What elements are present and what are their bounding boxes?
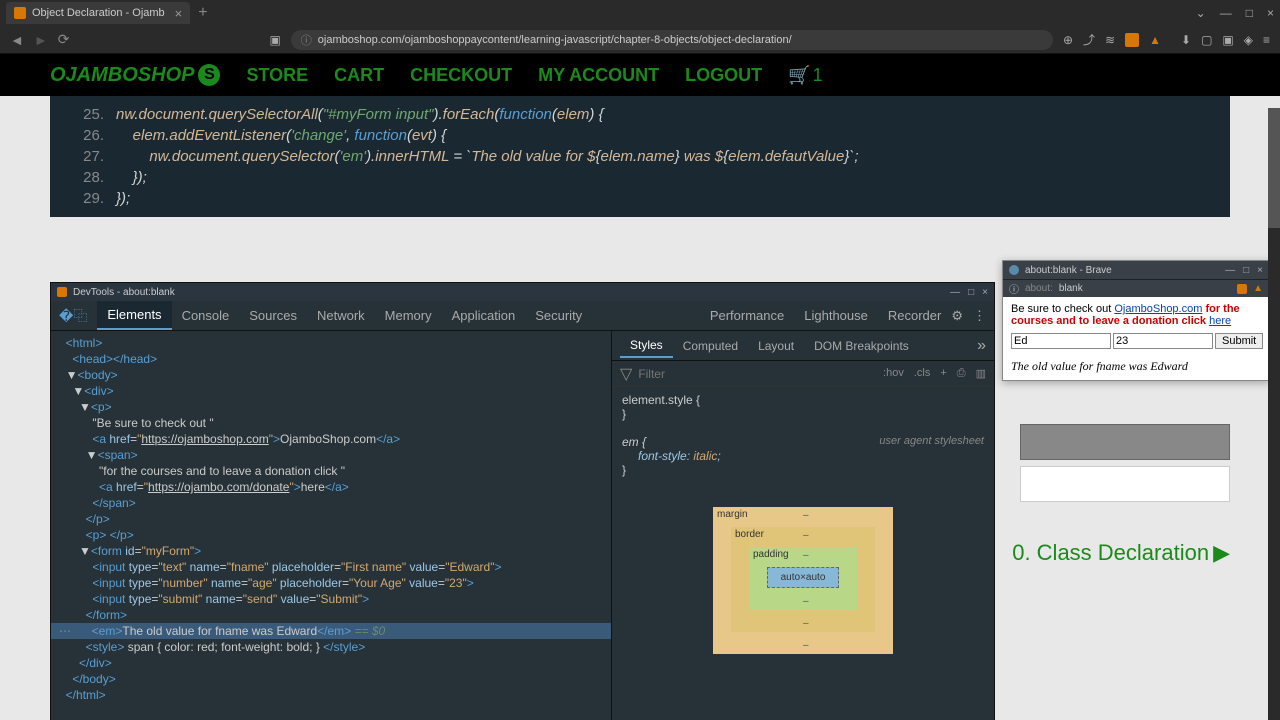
styles-tab-dom[interactable]: DOM Breakpoints: [804, 335, 919, 357]
new-tab-button[interactable]: +: [198, 4, 207, 22]
styles-tab-computed[interactable]: Computed: [673, 335, 748, 357]
share-icon[interactable]: ⤴: [1083, 31, 1095, 48]
chevron-down-icon[interactable]: ⌄: [1196, 6, 1206, 20]
popup-shield-icon[interactable]: [1237, 284, 1247, 294]
popup-fname-input[interactable]: [1011, 333, 1111, 349]
box-model-diagram[interactable]: margin – border – padding – auto×auto –: [713, 507, 893, 654]
browser-tab[interactable]: Object Declaration - Ojamb ×: [6, 2, 190, 24]
inspect-icon[interactable]: �⿻: [59, 306, 87, 326]
shield-icon[interactable]: [1125, 33, 1139, 47]
popup-info-icon[interactable]: ⓘ: [1009, 281, 1019, 296]
reload-button[interactable]: ⟳: [58, 31, 70, 48]
styles-panel: Styles Computed Layout DOM Breakpoints »…: [611, 331, 994, 720]
content-preview: [1020, 424, 1230, 502]
next-chapter-link[interactable]: 0. Class Declaration▶: [1012, 540, 1230, 566]
popup-result-text: The old value for fname was Edward: [1011, 359, 1261, 374]
white-box: [1020, 466, 1230, 502]
nav-store[interactable]: STORE: [246, 65, 308, 86]
dt-minimize-icon[interactable]: —: [950, 287, 960, 298]
styles-tab-styles[interactable]: Styles: [620, 334, 673, 358]
tab-elements[interactable]: Elements: [97, 301, 171, 330]
close-window-icon[interactable]: ×: [1267, 6, 1274, 20]
popup-shop-link[interactable]: OjamboShop.com: [1114, 303, 1202, 315]
hov-toggle[interactable]: :hov: [883, 367, 904, 380]
dt-close-icon[interactable]: ×: [982, 287, 988, 298]
address-bar[interactable]: ⓘ ojamboshop.com/ojamboshoppaycontent/le…: [291, 30, 1053, 50]
site-header: OJAMBOSHOP S STORE CART CHECKOUT MY ACCO…: [0, 54, 1280, 96]
dom-tree[interactable]: <html> <head></head> ▼<body> ▼<div> ▼<p>…: [51, 331, 611, 720]
devtools-titlebar: DevTools - about:blank — □ ×: [51, 283, 994, 301]
nav-cart[interactable]: CART: [334, 65, 384, 86]
devtools-panel: DevTools - about:blank — □ × �⿻ Elements…: [50, 282, 995, 720]
styles-more-icon[interactable]: »: [977, 337, 986, 355]
styles-filter-input[interactable]: [638, 367, 877, 381]
tab-sources[interactable]: Sources: [239, 302, 307, 329]
rss-icon[interactable]: ≋: [1105, 33, 1115, 47]
popup-maximize-icon[interactable]: □: [1243, 265, 1249, 276]
maximize-icon[interactable]: □: [1246, 6, 1253, 20]
tab-security[interactable]: Security: [525, 302, 592, 329]
tab-lighthouse[interactable]: Lighthouse: [794, 302, 878, 329]
back-button[interactable]: ◄: [10, 32, 24, 48]
download-icon[interactable]: ⬇: [1181, 33, 1191, 47]
nav-account[interactable]: MY ACCOUNT: [538, 65, 659, 86]
gray-box: [1020, 424, 1230, 460]
new-style-icon[interactable]: +: [940, 367, 946, 380]
tab-network[interactable]: Network: [307, 302, 375, 329]
tab-performance[interactable]: Performance: [700, 302, 794, 329]
menu-icon[interactable]: ≡: [1263, 33, 1270, 47]
popup-here-link[interactable]: here: [1209, 315, 1231, 327]
tab-memory[interactable]: Memory: [375, 302, 442, 329]
close-tab-icon[interactable]: ×: [175, 6, 183, 21]
popup-content: Be sure to check out OjamboShop.com for …: [1003, 297, 1269, 380]
warning-icon[interactable]: ▲: [1149, 33, 1161, 47]
more-icon[interactable]: ⋮: [973, 308, 986, 324]
gear-icon[interactable]: ⚙: [951, 308, 963, 324]
nav-logout[interactable]: LOGOUT: [685, 65, 762, 86]
customize-icon[interactable]: ◈: [1244, 33, 1253, 47]
extensions-icon[interactable]: ▣: [1222, 33, 1233, 47]
nav-checkout[interactable]: CHECKOUT: [410, 65, 512, 86]
url-text: ojamboshop.com/ojamboshoppaycontent/lear…: [318, 34, 792, 46]
sidebar-icon[interactable]: ▣: [269, 33, 280, 47]
wallet-icon[interactable]: ▢: [1201, 33, 1212, 47]
dt-maximize-icon[interactable]: □: [968, 287, 974, 298]
popup-warning-icon[interactable]: ▲: [1253, 283, 1263, 294]
cart-icon[interactable]: 🛒1: [788, 65, 822, 86]
cls-toggle[interactable]: .cls: [914, 367, 931, 380]
tab-recorder[interactable]: Recorder: [878, 302, 951, 329]
tab-title: Object Declaration - Ojamb: [32, 7, 165, 19]
popup-close-icon[interactable]: ×: [1257, 265, 1263, 276]
scrollbar-thumb[interactable]: [1268, 108, 1280, 228]
print-icon[interactable]: ⎙: [957, 367, 966, 380]
panel-icon[interactable]: ▥: [976, 367, 986, 380]
popup-submit-button[interactable]: Submit: [1215, 333, 1263, 349]
popup-age-input[interactable]: [1113, 333, 1213, 349]
forward-button[interactable]: ►: [34, 32, 48, 48]
tab-application[interactable]: Application: [442, 302, 526, 329]
code-block: 25.nw.document.querySelectorAll("#myForm…: [50, 96, 1230, 217]
filter-icon: ▽: [620, 364, 632, 384]
logo-badge-icon: S: [198, 64, 220, 86]
site-info-icon[interactable]: ⓘ: [301, 32, 312, 48]
globe-icon: [1009, 265, 1019, 275]
tab-console[interactable]: Console: [172, 302, 240, 329]
page-scrollbar[interactable]: [1268, 108, 1280, 720]
minimize-icon[interactable]: —: [1220, 6, 1232, 20]
popup-window: about:blank - Brave — □ × ⓘ about:blank …: [1002, 260, 1270, 381]
zoom-icon[interactable]: ⊕: [1063, 33, 1073, 47]
play-icon: ▶: [1213, 540, 1230, 566]
styles-tab-layout[interactable]: Layout: [748, 335, 804, 357]
favicon-icon: [14, 7, 26, 19]
site-logo[interactable]: OJAMBOSHOP S: [50, 64, 220, 87]
brave-icon: [57, 287, 67, 297]
popup-minimize-icon[interactable]: —: [1225, 265, 1235, 276]
